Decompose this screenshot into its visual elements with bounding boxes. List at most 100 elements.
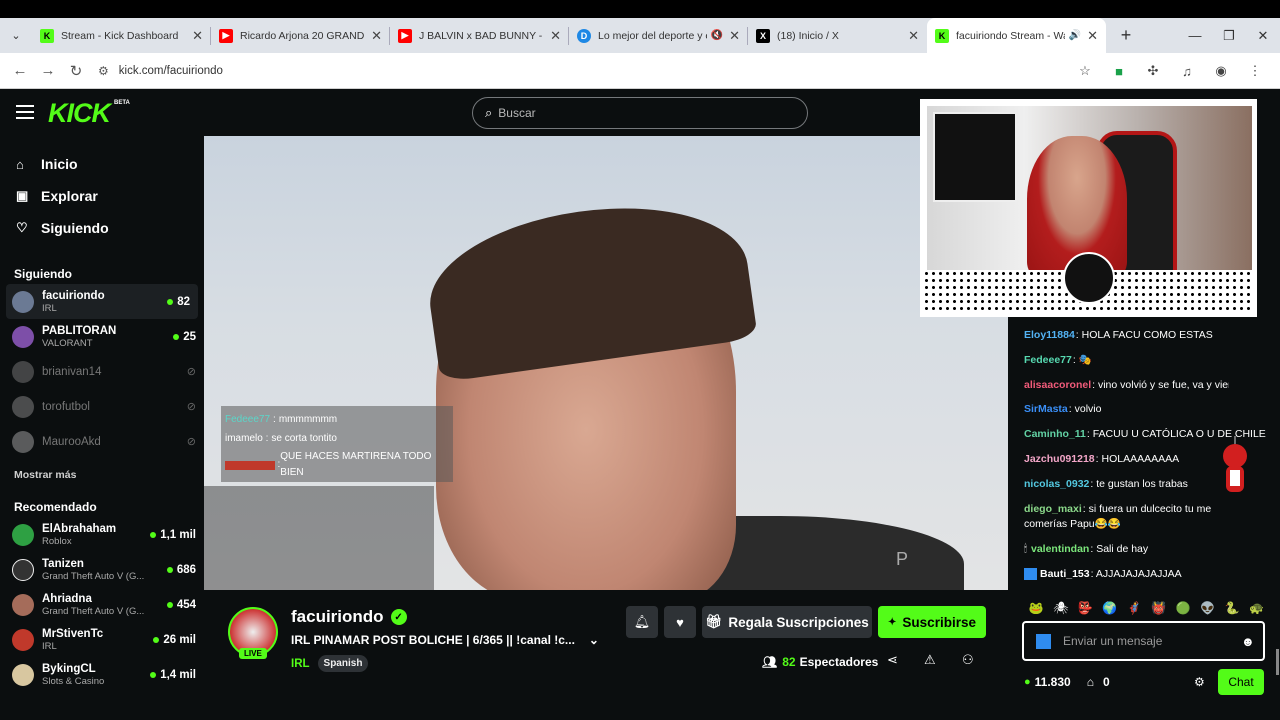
chat-input[interactable] [1063, 634, 1233, 648]
browser-tab[interactable]: D Lo mejor del deporte y e 🔇 ✕ [569, 18, 748, 53]
notification-bell-button[interactable]: 🔔︎ [626, 606, 658, 638]
chat-username[interactable]: Jazchu091218 [1024, 453, 1095, 465]
browser-tab[interactable]: ▶ Ricardo Arjona 20 GRANDES ✕ [211, 18, 390, 53]
chat-username[interactable]: Bauti_153 [1040, 568, 1090, 580]
report-warning-icon[interactable]: ⚠ [924, 652, 936, 668]
chevron-down-icon[interactable]: ⌄ [589, 633, 599, 647]
browser-tab[interactable]: X (18) Inicio / X ✕ [748, 18, 927, 53]
media-control-icon[interactable]: ♫ [1170, 64, 1204, 79]
chat-input-box[interactable]: ☻ [1022, 621, 1265, 661]
stream-title: IRL PINAMAR POST BOLICHE | 6/365 || !can… [291, 633, 575, 647]
extension-icon[interactable]: ■ [1102, 64, 1136, 79]
search-input[interactable] [498, 106, 779, 120]
gift-subs-button[interactable]: 🎁︎ Regala Suscripciones [702, 606, 872, 638]
search-bar[interactable]: ⌕ [472, 97, 808, 129]
close-window-icon[interactable]: ✕ [1246, 28, 1280, 44]
gear-icon[interactable]: ⚙ [1194, 675, 1205, 689]
badge-icon [1024, 568, 1037, 581]
chat-username[interactable]: diego_maxi [1024, 503, 1082, 515]
emote-icon[interactable]: 🦸 [1122, 599, 1147, 617]
reload-icon[interactable]: ↻ [62, 62, 90, 80]
following-channel[interactable]: facuiriondo IRL 82 [6, 284, 198, 319]
browser-tab[interactable]: K Stream - Kick Dashboard ✕ [32, 18, 211, 53]
emote-icon[interactable]: 🐢 [1245, 599, 1270, 617]
verified-icon: ✓ [390, 609, 407, 625]
show-more-link[interactable]: Mostrar más [0, 463, 204, 487]
minimize-icon[interactable]: — [1178, 28, 1212, 43]
share-icon[interactable]: ⋖ [887, 652, 898, 668]
chat-username[interactable]: alisaacoronel [1024, 379, 1091, 391]
url-field[interactable]: ⚙ kick.com/facuiriondo [98, 57, 223, 85]
extensions-puzzle-icon[interactable]: ✣ [1136, 63, 1170, 79]
chat-send-button[interactable]: Chat [1218, 669, 1264, 695]
following-channel[interactable]: PABLITORAN VALORANT 25 [0, 319, 204, 354]
channel-points[interactable]: ● 11.830 [1024, 675, 1071, 689]
emoji-picker-icon[interactable]: ☻ [1241, 634, 1255, 649]
emote-icon[interactable]: 👺 [1073, 599, 1098, 617]
recommended-channel[interactable]: Tanizen Grand Theft Auto V (G... 686 [0, 552, 204, 587]
emote-icon[interactable]: 🕷 [1049, 599, 1074, 617]
chat-username[interactable]: Caminho_11 [1024, 428, 1086, 440]
channel-name[interactable]: facuiriondo [291, 607, 384, 627]
star-icon: ✦ [888, 616, 897, 628]
scrollbar[interactable] [1276, 649, 1279, 675]
tab-close-icon[interactable]: ✕ [729, 28, 740, 44]
bookmark-star-icon[interactable]: ☆ [1068, 63, 1102, 79]
browser-tab-strip: ⌄ K Stream - Kick Dashboard ✕ ▶ Ricardo Arj… [0, 18, 1280, 53]
video-player[interactable]: Fedeee77: mmmmmmm imamelo : se corta ton… [204, 136, 1008, 590]
speaker-icon[interactable]: 🔊 [1069, 30, 1081, 41]
profile-icon[interactable]: ◉ [1204, 63, 1238, 79]
emote-icon[interactable]: 👽 [1196, 599, 1221, 617]
tab-close-icon[interactable]: ✕ [371, 28, 382, 44]
muted-speaker-icon[interactable]: 🔇 [711, 30, 723, 41]
chat-username[interactable]: SirMasta [1024, 403, 1068, 415]
chat-text: te gustan los trabas [1096, 478, 1188, 490]
nav-siguiendo[interactable]: ♡ Siguiendo [0, 212, 204, 244]
browser-tab-active[interactable]: Kfacuiriondo Stream - Wa 🔊 ✕ [927, 18, 1106, 53]
chat-username[interactable]: nicolas_0932 [1024, 478, 1089, 490]
tab-title: J BALVIN x BAD BUNNY - LA [419, 29, 544, 42]
emote-icon[interactable]: 🌍 [1098, 599, 1123, 617]
forward-icon[interactable]: → [34, 62, 62, 79]
recommended-channel[interactable]: BykingCL Slots & Casino 1,4 mil [0, 657, 204, 692]
restore-icon[interactable]: ❐ [1212, 28, 1246, 44]
tab-search-chevron-icon[interactable]: ⌄ [0, 18, 32, 53]
following-channel-offline[interactable]: torofutbol ⊘ [0, 389, 204, 424]
site-info-icon[interactable]: ⚙ [98, 64, 109, 78]
new-tab-button[interactable]: + [1112, 25, 1140, 46]
chat-username[interactable]: Eloy11884 [1024, 329, 1075, 341]
kick-logo[interactable]: KICK [48, 98, 111, 129]
emote-bar: 🐸 🕷 👺 🌍 🦸 👹 🟢 👽 🐍 🐢 [1024, 599, 1269, 617]
language-tag[interactable]: Spanish [317, 655, 369, 672]
channel-category: IRL [42, 640, 57, 652]
following-channel-offline[interactable]: MaurooAkd ⊘ [0, 424, 204, 459]
emote-icon[interactable]: 🟢 [1171, 599, 1196, 617]
recommended-channel[interactable]: MrStivenTc IRL 26 mil [0, 622, 204, 657]
follow-heart-button[interactable]: ♥ [664, 606, 696, 638]
gift-count[interactable]: ⌂ 0 [1087, 675, 1110, 689]
stream-category-link[interactable]: IRL [291, 658, 310, 670]
user-options-icon[interactable]: ⚇ [962, 652, 974, 668]
nav-explorar[interactable]: ▣ Explorar [0, 180, 204, 212]
gift-label: Regala Suscripciones [728, 614, 869, 630]
recommended-channel[interactable]: Ahriadna Grand Theft Auto V (G... 454 [0, 587, 204, 622]
tab-close-icon[interactable]: ✕ [908, 28, 919, 44]
following-channel-offline[interactable]: brianivan14 ⊘ [0, 354, 204, 389]
browser-tab[interactable]: ▶ J BALVIN x BAD BUNNY - LA ✕ [390, 18, 569, 53]
recommended-channel[interactable]: ElAbrahaham Roblox 1,1 mil [0, 517, 204, 552]
chat-text: AJJAJAJAJAJJAA [1095, 568, 1182, 580]
tab-close-icon[interactable]: ✕ [550, 28, 561, 44]
back-icon[interactable]: ← [6, 62, 34, 79]
chat-username[interactable]: valentindan [1031, 543, 1089, 555]
chat-username[interactable]: Fedeee77 [1024, 354, 1072, 366]
hamburger-menu-icon[interactable] [16, 105, 34, 119]
emote-icon[interactable]: 👹 [1147, 599, 1172, 617]
tab-close-icon[interactable]: ✕ [1087, 28, 1098, 44]
nav-inicio[interactable]: ⌂ Inicio [0, 148, 204, 180]
emote-icon[interactable]: 🐍 [1220, 599, 1245, 617]
emote-icon[interactable]: 🐸 [1024, 599, 1049, 617]
subscribe-button[interactable]: ✦ Suscribirse [878, 606, 986, 638]
tab-close-icon[interactable]: ✕ [192, 28, 203, 44]
avatar [12, 325, 34, 348]
menu-dots-icon[interactable]: ⋮ [1238, 63, 1272, 79]
